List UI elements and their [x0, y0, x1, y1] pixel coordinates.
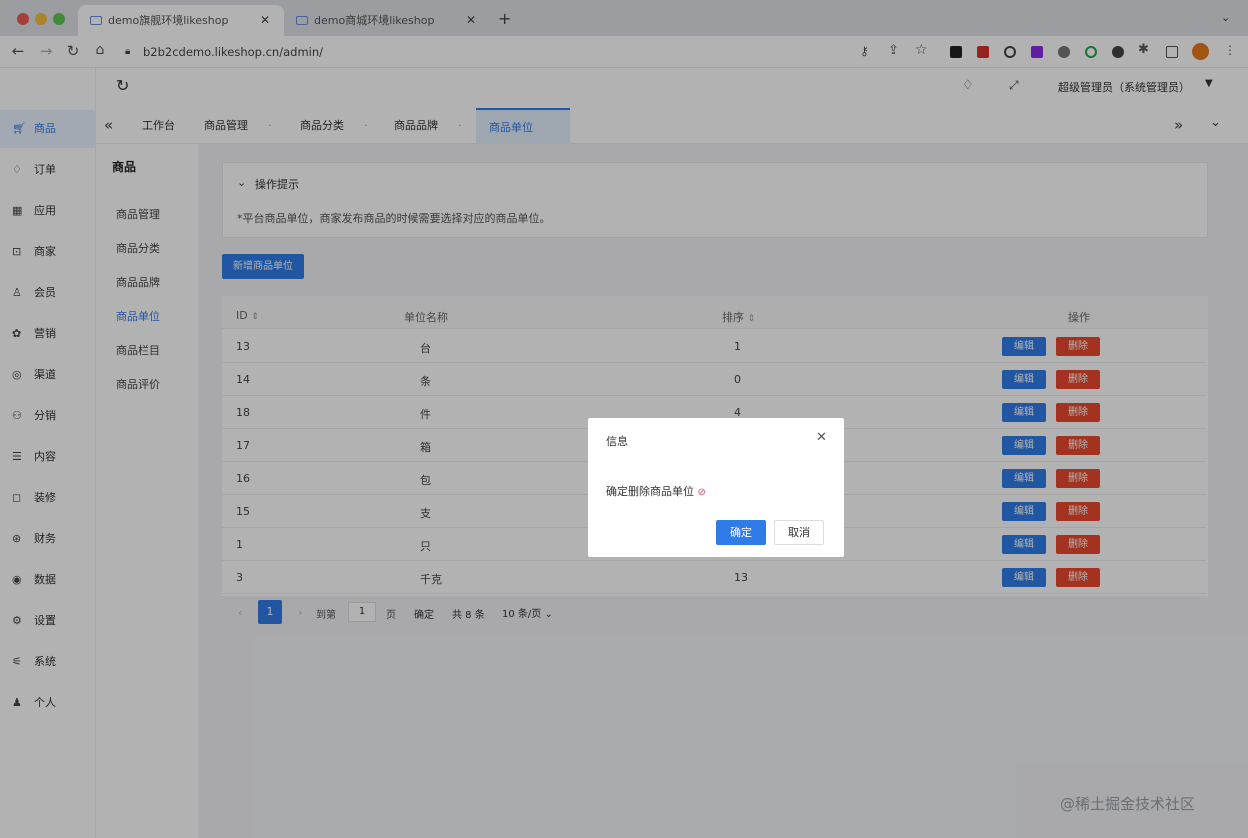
- confirm-dialog: 信息 ✕ 确定删除商品单位 ⊘ 确定 取消: [588, 418, 844, 557]
- dialog-confirm-button[interactable]: 确定: [716, 520, 766, 545]
- browser-window: demo旗舰环境likeshop ✕ demo商城环境likeshop ✕ + …: [0, 0, 1248, 838]
- dialog-title: 信息: [606, 435, 628, 448]
- dialog-message-text: 确定删除商品单位: [606, 485, 694, 498]
- dialog-message: 确定删除商品单位 ⊘: [606, 483, 706, 499]
- dialog-cancel-button[interactable]: 取消: [774, 520, 824, 545]
- close-icon[interactable]: ✕: [816, 430, 827, 445]
- warning-icon: ⊘: [697, 487, 706, 498]
